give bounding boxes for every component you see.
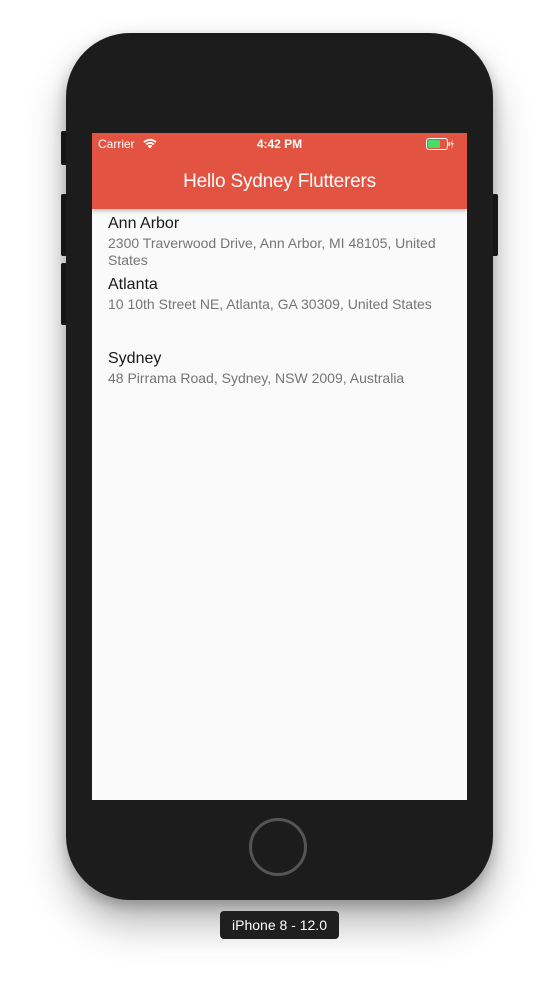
device-label: iPhone 8 - 12.0 [220,911,339,939]
status-time: 4:42 PM [256,137,303,151]
location-name: Sydney [108,350,162,367]
location-address: 2300 Traverwood Drive, Ann Arbor, MI 481… [108,235,436,268]
app-bar-title: Hello Sydney Flutterers [183,171,376,192]
list-item[interactable]: Ann Arbor 2300 Traverwood Drive, Ann Arb… [108,214,438,269]
location-address: 10 10th Street NE, Atlanta, GA 30309, Un… [108,296,432,312]
simulator-stage: Carrier 4:42 PM Hello Sydney Flutterers [0,0,559,981]
home-button[interactable] [249,818,307,876]
location-name: Atlanta [108,276,158,293]
location-name: Ann Arbor [108,215,180,232]
list-item[interactable]: Sydney 48 Pirrama Road, Sydney, NSW 2009… [108,349,438,387]
phone-screen: Carrier 4:42 PM Hello Sydney Flutterers [92,133,467,800]
location-address: 48 Pirrama Road, Sydney, NSW 2009, Austr… [108,370,405,386]
status-bar: Carrier 4:42 PM [92,133,467,153]
app-bar: Carrier 4:42 PM Hello Sydney Flutterers [92,133,467,209]
list-item[interactable]: Atlanta 10 10th Street NE, Atlanta, GA 3… [108,275,438,313]
battery-charging-icon [426,138,454,150]
